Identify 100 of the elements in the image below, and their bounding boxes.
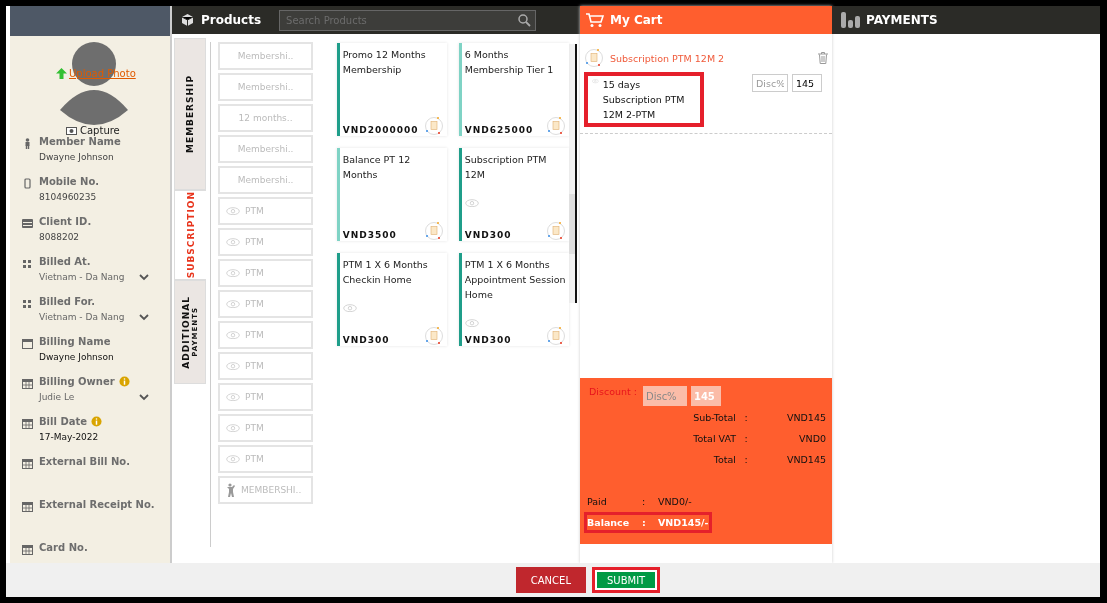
document-icon [545,116,566,136]
category-item[interactable]: 12 months.. [218,104,314,132]
discount-percent-field[interactable]: Disc% [642,386,687,406]
eye-icon [226,206,241,216]
category-item[interactable]: PTM [218,383,314,411]
product-price: VND300 [342,335,390,345]
category-tab[interactable]: MEMBERSHIP [174,38,206,190]
field-label: Member Name [39,136,121,147]
category-item[interactable]: Membershi.. [218,135,314,163]
eye-icon [226,268,241,278]
scrollbar-thumb[interactable] [568,194,575,254]
discount-field[interactable]: Disc% [752,74,788,92]
eye-icon [226,361,241,371]
category-item[interactable]: PTM [218,290,314,318]
category-item[interactable]: PTM [218,445,314,473]
field-label: External Bill No. [39,456,130,467]
capture-label[interactable]: Capture [80,125,120,136]
eye-icon [226,237,241,247]
document-icon [423,326,444,346]
submit-button[interactable]: SUBMIT [592,567,661,593]
product-name: Subscription PTM 12M [464,153,548,182]
product-card[interactable]: Balance PT 12 Months VND3500 [336,148,447,241]
field-label: Billing Owner [39,376,115,387]
product-price: VND3500 [342,230,397,240]
category-item[interactable]: PTM [218,197,314,225]
field-value: 8088202 [39,232,81,242]
search-icon [518,13,532,27]
field-label: Bill Date [39,416,87,427]
total-label: Sub-Total [692,412,736,423]
camera-icon [66,126,77,135]
category-item[interactable]: Membershi.. [218,166,314,194]
product-name: 6 Months Membership Tier 1 [464,48,555,77]
product-card[interactable]: Promo 12 Months Membership VND2000000 [336,43,447,136]
amount-field[interactable]: 145 [792,74,822,92]
document-icon [423,116,444,136]
total-label: Total [712,454,736,465]
arrow-up-icon [56,68,67,79]
field-value: Dwayne Johnson [39,352,115,362]
calendar-icon [22,378,33,389]
product-price: VND300 [464,230,512,240]
category-tab[interactable]: SUBSCRIPTION [174,190,206,280]
total-value: VND145 [785,412,826,423]
select-field[interactable]: Vietnam - Da Nang [39,312,149,322]
product-card[interactable]: PTM 1 X 6 Months Appointment Session Home VND300 [458,253,569,346]
scrollbar-track[interactable] [568,44,577,303]
total-value: VND0 [798,433,826,444]
separator: : [743,412,749,423]
cart-title: My Cart [610,13,663,27]
discount-label: Discount : [589,386,637,397]
field-value: 17-May-2022 [39,432,100,442]
figure-icon [226,482,237,498]
document-icon [545,221,566,241]
payments-title: PAYMENTS [866,13,938,27]
field-label: Billing Name [39,336,111,347]
field-label: Client ID. [39,216,92,227]
field-label: External Receipt No. [39,499,155,510]
eye-icon [226,392,241,402]
eye-icon [226,330,241,340]
product-name: PTM 1 X 6 Months Checkin Home [342,258,429,287]
separator: : [642,496,647,507]
product-price: VND625000 [464,125,534,135]
field-label: Billed At. [39,256,91,267]
calendar-icon [22,418,33,429]
select-field[interactable]: Judie Le [39,392,149,402]
select-field[interactable]: Vietnam - Da Nang [39,272,149,282]
document-icon [584,48,604,68]
product-card[interactable]: 6 Months Membership Tier 1 VND625000 [458,43,569,136]
category-item[interactable]: MEMBERSHI.. [218,476,314,504]
window-icon [22,338,33,349]
calendar-icon [22,501,33,512]
payment-label: Paid [587,496,608,507]
product-card[interactable]: Subscription PTM 12M VND300 [458,148,569,241]
coins-icon [840,12,860,28]
grid-icon [22,298,33,309]
eye-icon [592,77,599,86]
category-item[interactable]: PTM [218,414,314,442]
chevron-down-icon [139,313,149,321]
category-item[interactable]: PTM [218,352,314,380]
category-item[interactable]: PTM [218,259,314,287]
product-price: VND300 [464,335,512,345]
category-item[interactable]: PTM [218,228,314,256]
calendar-icon [22,458,33,469]
cart-icon [586,12,604,28]
cancel-button[interactable]: CANCEL [515,567,586,593]
boxes-icon [180,12,195,28]
separator: : [743,454,749,465]
category-item[interactable]: Membershi.. [218,73,314,101]
calendar-icon [22,544,33,555]
id-card-icon [22,218,33,229]
payment-value: VND145/- [658,517,710,528]
category-item[interactable]: Membershi.. [218,42,314,70]
product-card[interactable]: PTM 1 X 6 Months Checkin Home VND300 [336,253,447,346]
product-name: Promo 12 Months Membership [342,48,427,77]
trash-icon[interactable] [818,52,828,64]
category-item[interactable]: PTM [218,321,314,349]
cart-item-name: Subscription PTM 12M 2 [610,52,726,64]
total-label: Total VAT [692,433,736,444]
field-label: Billed For. [39,296,95,307]
product-name: Balance PT 12 Months [342,153,412,182]
separator: : [743,433,749,444]
